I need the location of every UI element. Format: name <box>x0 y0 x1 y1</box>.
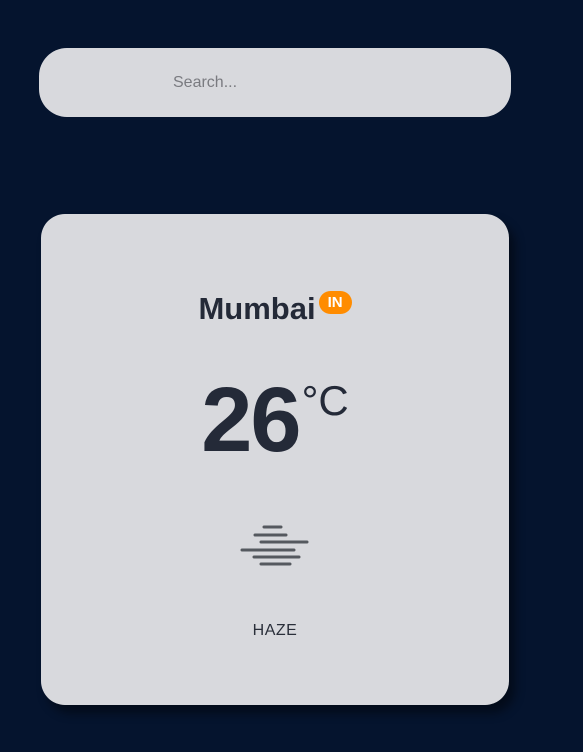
temperature-display: 26°C <box>41 374 509 466</box>
city-name: Mumbai <box>198 291 316 326</box>
temperature-value: 26 <box>201 369 301 471</box>
temperature-unit: °C <box>301 377 349 424</box>
search-bar[interactable] <box>39 48 511 117</box>
search-input[interactable] <box>173 48 473 117</box>
weather-card: Mumbai IN 26°C HAZE <box>41 214 509 705</box>
country-badge: IN <box>318 291 352 314</box>
weather-condition: HAZE <box>252 622 298 639</box>
haze-icon <box>240 525 309 566</box>
city-row: Mumbai IN <box>41 290 509 328</box>
